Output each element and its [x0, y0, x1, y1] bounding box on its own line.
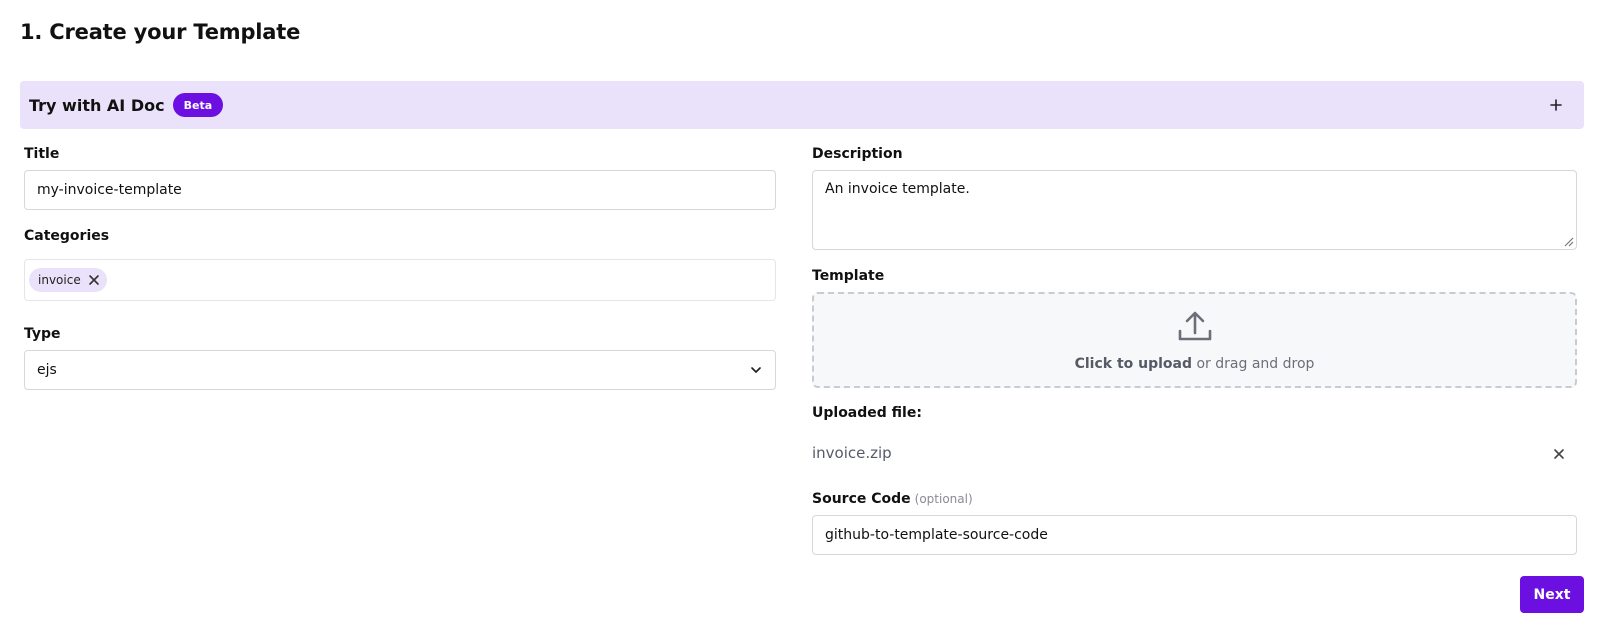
- type-selected-value: ejs: [37, 362, 57, 378]
- dropzone-text: Click to upload or drag and drop: [1075, 356, 1315, 372]
- title-input-value: my-invoice-template: [37, 182, 182, 198]
- description-value: An invoice template.: [825, 181, 970, 197]
- description-textarea[interactable]: An invoice template.: [812, 170, 1577, 250]
- title-label: Title: [24, 146, 60, 162]
- source-code-label: Source Code (optional): [812, 491, 973, 507]
- source-code-label-text: Source Code: [812, 491, 911, 507]
- uploaded-file-label: Uploaded file:: [812, 405, 922, 421]
- type-label: Type: [24, 326, 61, 342]
- uploaded-file-name: invoice.zip: [812, 444, 892, 462]
- ai-doc-panel[interactable]: Try with AI Doc Beta: [20, 81, 1584, 129]
- ai-doc-label: Try with AI Doc: [29, 95, 165, 115]
- template-label: Template: [812, 268, 885, 284]
- template-dropzone[interactable]: Click to upload or drag and drop: [812, 292, 1577, 388]
- chevron-down-icon: [749, 363, 763, 377]
- close-icon[interactable]: [1551, 446, 1567, 462]
- next-button[interactable]: Next: [1520, 576, 1584, 613]
- page-title: 1. Create your Template: [20, 20, 301, 44]
- drag-drop-text: or drag and drop: [1196, 356, 1315, 372]
- category-chip: invoice: [29, 268, 107, 292]
- optional-hint: (optional): [914, 492, 973, 506]
- resize-handle-icon[interactable]: [1562, 235, 1574, 247]
- source-code-value: github-to-template-source-code: [825, 527, 1048, 543]
- upload-icon: [1175, 306, 1215, 346]
- description-label: Description: [812, 146, 903, 162]
- plus-icon[interactable]: [1546, 95, 1566, 115]
- title-input[interactable]: my-invoice-template: [24, 170, 776, 210]
- category-chip-label: invoice: [38, 273, 81, 287]
- beta-badge: Beta: [172, 93, 224, 117]
- close-icon[interactable]: [87, 273, 101, 287]
- categories-label: Categories: [24, 228, 110, 244]
- categories-input[interactable]: invoice: [24, 259, 776, 301]
- click-to-upload-text[interactable]: Click to upload: [1075, 356, 1192, 372]
- type-select[interactable]: ejs: [24, 350, 776, 390]
- source-code-input[interactable]: github-to-template-source-code: [812, 515, 1577, 555]
